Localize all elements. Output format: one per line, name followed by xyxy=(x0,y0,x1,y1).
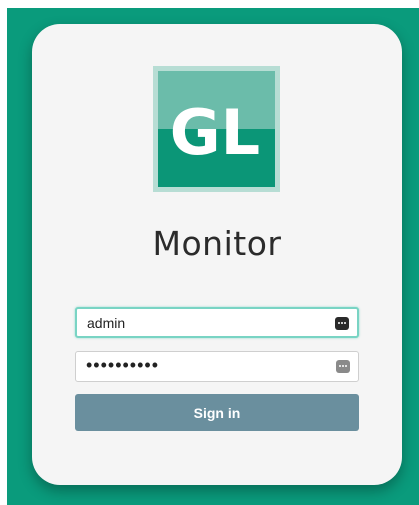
gl-logo: GL xyxy=(153,66,280,192)
username-field[interactable] xyxy=(75,307,359,338)
password-input[interactable] xyxy=(86,351,326,380)
password-manager-icon[interactable] xyxy=(335,317,349,330)
password-manager-icon[interactable] xyxy=(336,360,350,373)
svg-text:GL: GL xyxy=(170,96,260,169)
app-title: Monitor xyxy=(152,224,282,263)
sign-in-button[interactable]: Sign in xyxy=(75,394,359,431)
logo-letters: GL xyxy=(170,96,260,169)
password-field[interactable] xyxy=(75,351,359,382)
username-input[interactable] xyxy=(87,309,327,336)
